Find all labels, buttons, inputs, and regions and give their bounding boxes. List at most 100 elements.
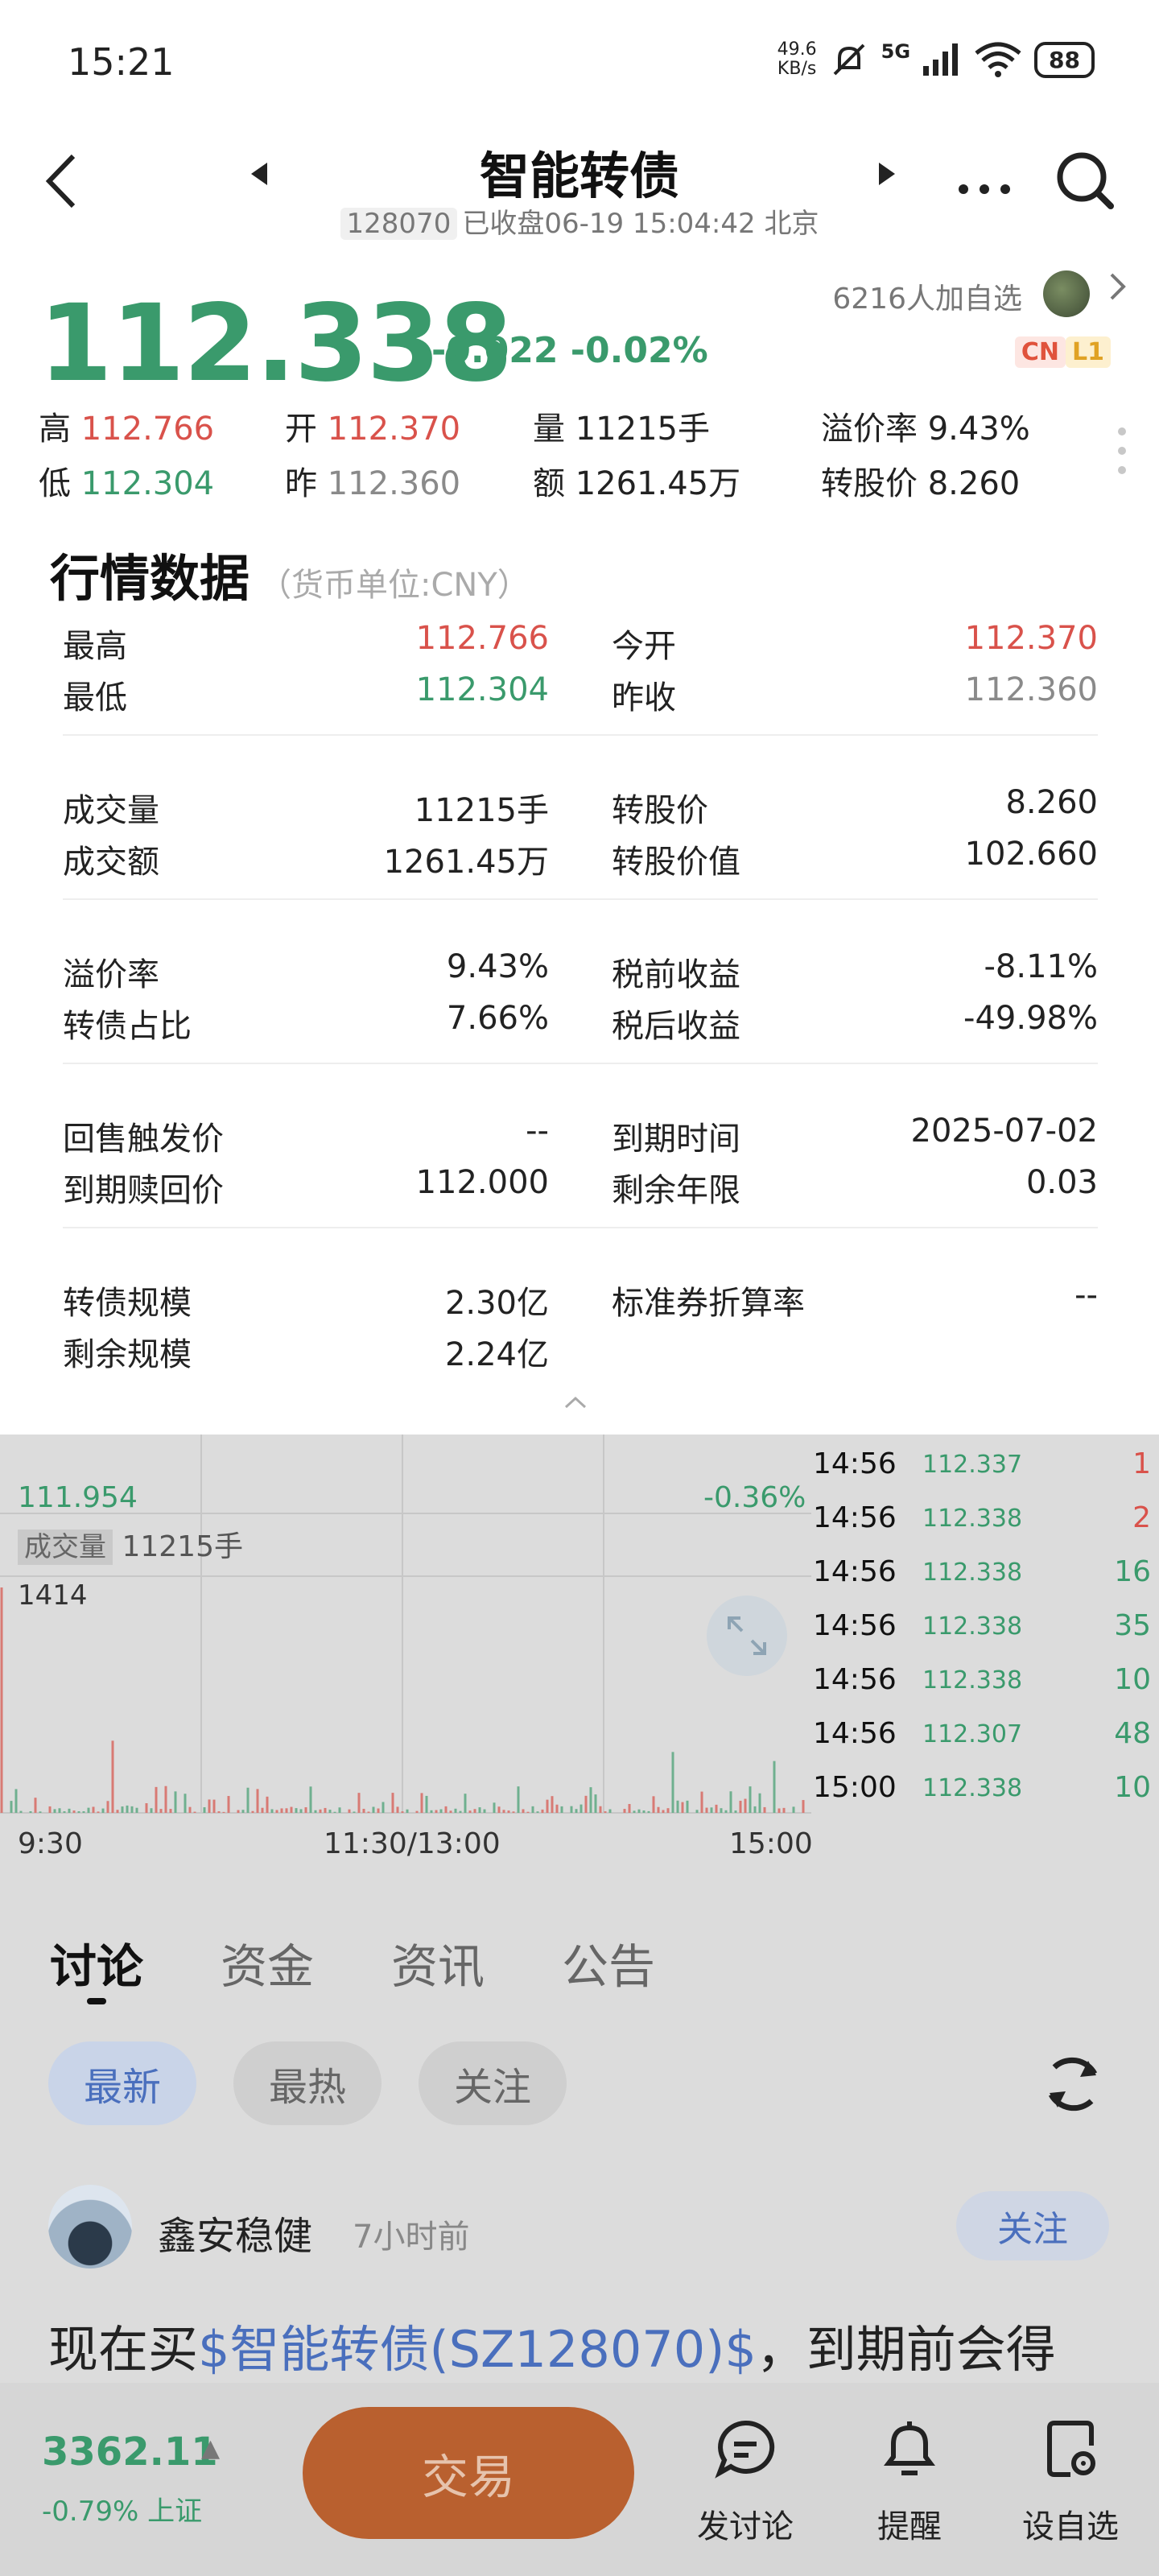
filter-following[interactable]: 关注 xyxy=(419,2041,567,2125)
tick-time: 14:56 xyxy=(813,1555,897,1588)
market-data-value: 9.43% xyxy=(446,948,549,985)
market-data-group: 溢价率 9.43% 转债占比 7.66% 税前收益 -8.11% 税后收益 -49.98% xyxy=(63,948,1098,1113)
mute-bell-icon xyxy=(833,43,865,76)
time-axis-start: 9:30 xyxy=(18,1827,83,1860)
watchlist-settings-button[interactable]: 设自选 xyxy=(998,2417,1143,2547)
trade-button[interactable]: 交易 xyxy=(303,2407,634,2539)
market-data-row: 到期赎回价 112.000 xyxy=(63,1164,549,1216)
volume-legend: 成交量 11215手 xyxy=(18,1523,243,1565)
market-data-label: 剩余规模 xyxy=(63,1336,192,1373)
tick-list[interactable]: 14:56 112.337 1 14:56 112.338 2 14:56 112.338 16… xyxy=(813,1443,1151,1820)
network-speed: 49.6 KB/s xyxy=(777,39,817,79)
tick-price: 112.338 xyxy=(922,1505,1023,1533)
tick-time: 14:56 xyxy=(813,1663,897,1696)
level-badge-l1: L1 xyxy=(1066,336,1111,368)
index-change[interactable]: -0.79% 上证 xyxy=(42,2489,202,2529)
next-stock-button[interactable] xyxy=(877,161,897,194)
market-data-row: 最高 112.766 xyxy=(63,620,549,671)
post-author-name[interactable]: 鑫安稳健 xyxy=(158,2204,312,2260)
tab-funds[interactable]: 资金 xyxy=(221,1929,314,1996)
market-data-row: 转债规模 2.30亿 xyxy=(63,1277,549,1328)
search-icon xyxy=(1057,152,1114,209)
post-time: 7小时前 xyxy=(353,2219,470,2256)
quote-summary: 高 112.766 开 112.370 量 11215手 溢价率 9.43% 低… xyxy=(39,402,1085,512)
market-data-value: 2.24亿 xyxy=(444,1336,549,1373)
watchlist-count[interactable]: 6216人加自选 xyxy=(832,275,1022,317)
tick-volume: 48 xyxy=(1114,1717,1151,1750)
market-data-value: -49.98% xyxy=(963,1000,1098,1037)
market-data-label: 税前收益 xyxy=(612,956,740,993)
quote-prev-close: 昨 112.360 xyxy=(285,465,461,502)
collapse-chevron-up-icon[interactable] xyxy=(563,1385,588,1417)
filter-hottest[interactable]: 最热 xyxy=(233,2041,382,2125)
market-data-label: 税后收益 xyxy=(612,1008,740,1045)
status-time: 15:21 xyxy=(68,40,175,84)
tick-price: 112.307 xyxy=(922,1720,1023,1748)
tick-price: 112.338 xyxy=(922,1558,1023,1587)
quote-open: 开 112.370 xyxy=(285,411,461,448)
post-author-avatar[interactable] xyxy=(48,2185,132,2268)
intraday-chart[interactable]: 111.954 -0.36% 成交量 11215手 1414 14:56 112.… xyxy=(0,1435,1159,1885)
watcher-avatar xyxy=(1043,270,1090,317)
search-button[interactable] xyxy=(1054,150,1116,211)
market-data-row: 转股价值 102.660 xyxy=(612,836,1098,887)
market-data-column: 税前收益 -8.11% 税后收益 -49.98% xyxy=(612,948,1098,1051)
quote-amount: 额 1261.45万 xyxy=(533,465,741,502)
more-button[interactable] xyxy=(958,155,1011,205)
market-data-value: 8.260 xyxy=(1005,784,1098,821)
follow-button[interactable]: 关注 xyxy=(956,2191,1109,2260)
quote-volume: 量 11215手 xyxy=(533,411,710,448)
market-data-label: 转债规模 xyxy=(63,1285,192,1322)
tick-time: 14:56 xyxy=(813,1609,897,1642)
market-data-column: 转债规模 2.30亿剩余规模 2.24亿 xyxy=(63,1277,549,1380)
market-data-column: 标准券折算率 -- xyxy=(612,1277,1098,1328)
fullscreen-button[interactable] xyxy=(707,1596,787,1676)
watchlist-gear-icon xyxy=(1047,2421,1095,2477)
wifi-icon xyxy=(975,42,1021,77)
market-data-value: 102.660 xyxy=(964,836,1098,873)
refresh-icon xyxy=(1048,2057,1098,2112)
watchlist-settings-label: 设自选 xyxy=(1022,2508,1119,2545)
market-data-label: 昨收 xyxy=(612,679,676,716)
market-data-table: 最高 112.766 最低 112.304 今开 112.370 昨收 112.360 成交量 1… xyxy=(63,620,1098,1441)
filter-latest[interactable]: 最新 xyxy=(48,2041,197,2125)
market-data-label: 剩余年限 xyxy=(612,1172,740,1209)
tab-news[interactable]: 资讯 xyxy=(391,1929,485,1996)
market-data-label: 转股价值 xyxy=(612,844,740,881)
market-data-row: 转债占比 7.66% xyxy=(63,1000,549,1051)
market-data-row: 成交量 11215手 xyxy=(63,784,549,836)
network-type: 5G xyxy=(881,40,911,63)
trading-status: 已收盘06-19 15:04:42 北京 xyxy=(462,208,819,240)
alert-button[interactable]: 提醒 xyxy=(837,2417,982,2547)
stock-link[interactable]: $智能转债(SZ128070)$ xyxy=(198,2320,757,2379)
market-data-label: 回售触发价 xyxy=(63,1121,224,1158)
market-data-label: 到期时间 xyxy=(612,1121,740,1158)
alert-label: 提醒 xyxy=(877,2508,942,2545)
tick-row: 14:56 112.338 16 xyxy=(813,1550,1151,1604)
tab-discussion[interactable]: 讨论 xyxy=(50,1929,143,1996)
chart-low-pct: -0.36% xyxy=(703,1481,806,1514)
market-data-column: 最高 112.766 最低 112.304 xyxy=(63,620,549,723)
market-data-column: 到期时间 2025-07-02 剩余年限 0.03 xyxy=(612,1113,1098,1216)
quote-high: 高 112.766 xyxy=(39,411,215,448)
chat-bubble-icon xyxy=(715,2420,775,2479)
volume-total: 11215手 xyxy=(122,1530,243,1563)
market-data-value: 112.370 xyxy=(964,620,1098,657)
market-badge-cn: CN xyxy=(1014,336,1066,368)
post-discussion-button[interactable]: 发讨论 xyxy=(673,2417,818,2547)
post-discussion-label: 发讨论 xyxy=(697,2508,794,2545)
tick-time: 14:56 xyxy=(813,1501,897,1534)
tick-volume: 35 xyxy=(1114,1609,1151,1642)
bell-icon xyxy=(884,2421,935,2475)
vertical-dots-icon[interactable] xyxy=(1117,427,1127,475)
market-data-row: 标准券折算率 -- xyxy=(612,1277,1098,1328)
market-data-value: 0.03 xyxy=(1025,1164,1098,1201)
post-content[interactable]: 现在买$智能转债(SZ128070)$，到期前会得 xyxy=(48,2309,1119,2381)
chevron-right-icon[interactable] xyxy=(1109,272,1127,309)
content-tabs: 讨论 资金 资讯 公告 xyxy=(50,1929,655,1996)
market-data-label: 溢价率 xyxy=(63,956,159,993)
refresh-button[interactable] xyxy=(1038,2050,1107,2119)
market-data-row: 剩余年限 0.03 xyxy=(612,1164,1098,1216)
index-value[interactable]: 3362.11 xyxy=(42,2429,218,2475)
tab-announcements[interactable]: 公告 xyxy=(562,1929,655,1996)
